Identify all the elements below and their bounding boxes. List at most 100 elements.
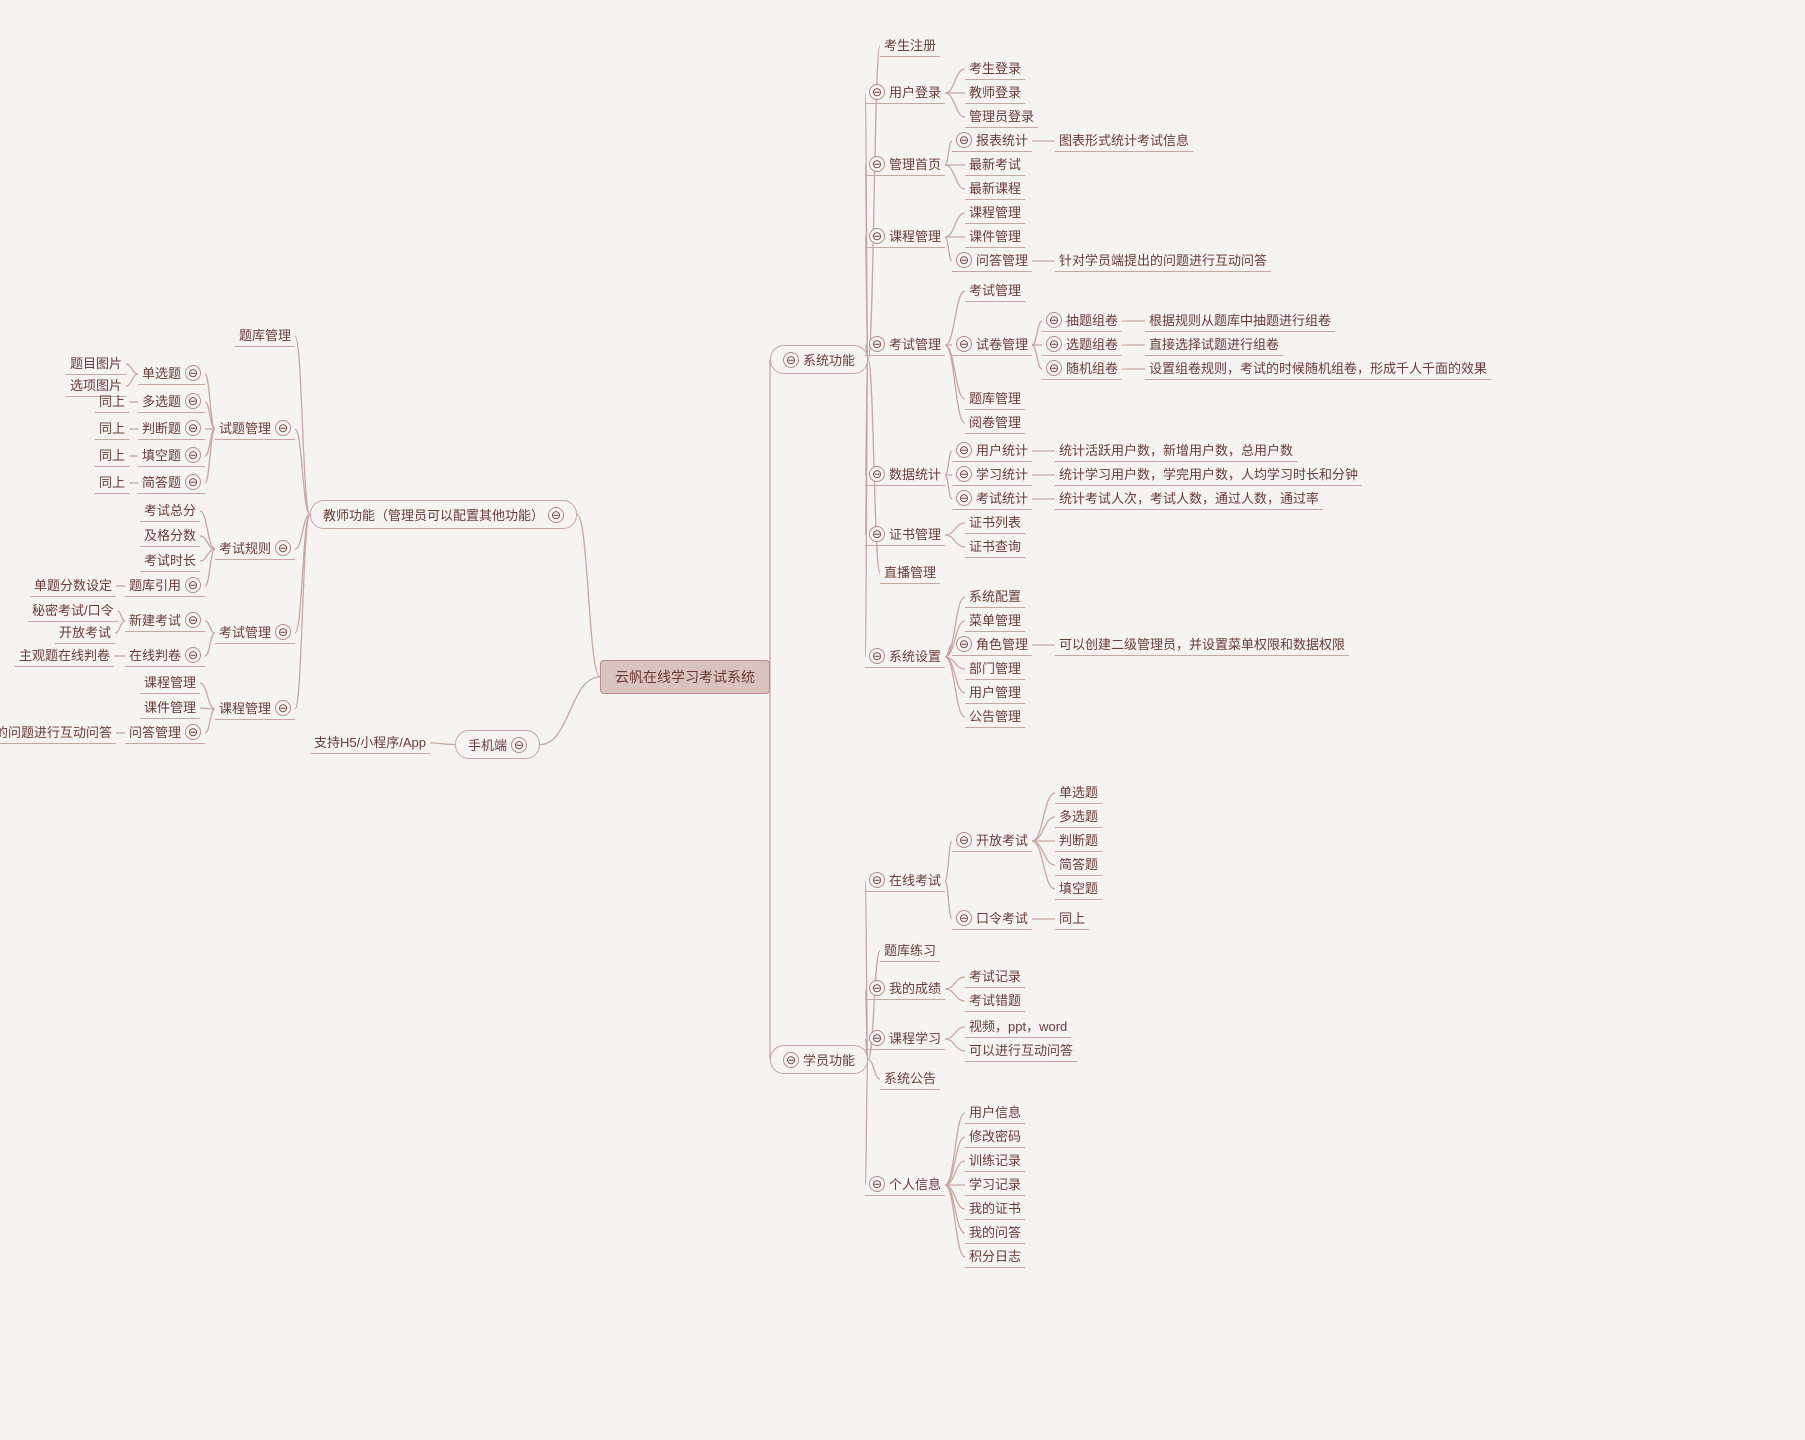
leaf-s-exam2a[interactable]: ⊖抽题组卷 (1042, 310, 1122, 332)
leaf-u-eo3: 判断题 (1055, 830, 1102, 852)
leaf-blank[interactable]: 填空题⊖ (138, 445, 205, 467)
leaf-s-set6: 公告管理 (965, 706, 1025, 728)
leaf-s-set1: 系统配置 (965, 586, 1025, 608)
leaf-courseware: 课件管理 (140, 697, 200, 719)
collapse-icon[interactable]: ⊖ (185, 420, 201, 436)
leaf-s-stats3[interactable]: ⊖考试统计 (952, 488, 1032, 510)
collapse-icon[interactable]: ⊖ (185, 365, 201, 381)
collapse-icon[interactable]: ⊖ (275, 420, 291, 436)
leaf-u-exam-p[interactable]: ⊖口令考试 (952, 908, 1032, 930)
leaf-single-img1: 题目图片 (66, 353, 126, 375)
leaf-s-cert[interactable]: ⊖证书管理 (865, 524, 945, 546)
leaf-s-stats2[interactable]: ⊖学习统计 (952, 464, 1032, 486)
leaf-s-exam2[interactable]: ⊖试卷管理 (952, 334, 1032, 356)
collapse-icon[interactable]: ⊖ (869, 526, 885, 542)
collapse-icon[interactable]: ⊖ (956, 466, 972, 482)
collapse-icon[interactable]: ⊖ (956, 490, 972, 506)
leaf-judge-online-desc: 主观题在线判卷 (15, 645, 114, 667)
branch-mobile[interactable]: 手机端⊖ (455, 730, 540, 759)
branch-teacher[interactable]: 教师功能（管理员可以配置其他功能）⊖ (310, 500, 577, 529)
collapse-icon[interactable]: ⊖ (1046, 336, 1062, 352)
leaf-u-exam-o[interactable]: ⊖开放考试 (952, 830, 1032, 852)
collapse-icon[interactable]: ⊖ (869, 648, 885, 664)
leaf-u-nt: 系统公告 (880, 1068, 940, 1090)
collapse-icon[interactable]: ⊖ (956, 636, 972, 652)
leaf-s-exam2cd: 设置组卷规则，考试的时候随机组卷，形成千人千面的效果 (1145, 358, 1491, 380)
leaf-course-mgmt[interactable]: 课程管理⊖ (215, 698, 295, 720)
collapse-icon[interactable]: ⊖ (869, 1176, 885, 1192)
leaf-s-course3[interactable]: ⊖问答管理 (952, 250, 1032, 272)
leaf-question-mgmt[interactable]: 试题管理⊖ (215, 418, 295, 440)
collapse-icon[interactable]: ⊖ (548, 507, 564, 523)
collapse-icon[interactable]: ⊖ (185, 447, 201, 463)
collapse-icon[interactable]: ⊖ (511, 737, 527, 753)
collapse-icon[interactable]: ⊖ (783, 352, 799, 368)
leaf-s-exam4: 阅卷管理 (965, 412, 1025, 434)
leaf-login-stu: 考生登录 (965, 58, 1025, 80)
leaf-home-report-desc: 图表形式统计考试信息 (1055, 130, 1193, 152)
collapse-icon[interactable]: ⊖ (275, 624, 291, 640)
collapse-icon[interactable]: ⊖ (869, 872, 885, 888)
leaf-u-exam[interactable]: ⊖在线考试 (865, 870, 945, 892)
leaf-s-stats1[interactable]: ⊖用户统计 (952, 440, 1032, 462)
leaf-short[interactable]: 简答题⊖ (138, 472, 205, 494)
leaf-multi[interactable]: 多选题⊖ (138, 391, 205, 413)
collapse-icon[interactable]: ⊖ (185, 393, 201, 409)
leaf-login[interactable]: ⊖用户登录 (865, 82, 945, 104)
leaf-rules-total: 考试总分 (140, 500, 200, 522)
leaf-rules-ref[interactable]: 题库引用⊖ (125, 575, 205, 597)
collapse-icon[interactable]: ⊖ (869, 228, 885, 244)
leaf-judge[interactable]: 判断题⊖ (138, 418, 205, 440)
collapse-icon[interactable]: ⊖ (869, 980, 885, 996)
collapse-icon[interactable]: ⊖ (869, 156, 885, 172)
leaf-judge-online[interactable]: 在线判卷⊖ (125, 645, 205, 667)
leaf-exam-mgmt[interactable]: 考试管理⊖ (215, 622, 295, 644)
branch-system[interactable]: ⊖系统功能 (770, 345, 868, 374)
leaf-s-exam2b[interactable]: ⊖选题组卷 (1042, 334, 1122, 356)
collapse-icon[interactable]: ⊖ (1046, 360, 1062, 376)
collapse-icon[interactable]: ⊖ (869, 1030, 885, 1046)
leaf-u-cs1: 视频，ppt，word (965, 1016, 1071, 1038)
leaf-u-pf1: 用户信息 (965, 1102, 1025, 1124)
leaf-rules[interactable]: 考试规则⊖ (215, 538, 295, 560)
collapse-icon[interactable]: ⊖ (185, 577, 201, 593)
leaf-s-exam[interactable]: ⊖考试管理 (865, 334, 945, 356)
leaf-s-course[interactable]: ⊖课程管理 (865, 226, 945, 248)
branch-student[interactable]: ⊖学员功能 (770, 1045, 868, 1074)
collapse-icon[interactable]: ⊖ (783, 1052, 799, 1068)
leaf-home-exam: 最新考试 (965, 154, 1025, 176)
collapse-icon[interactable]: ⊖ (956, 336, 972, 352)
leaf-u-eo2: 多选题 (1055, 806, 1102, 828)
leaf-new-exam[interactable]: 新建考试⊖ (125, 610, 205, 632)
leaf-home-report[interactable]: ⊖报表统计 (952, 130, 1032, 152)
collapse-icon[interactable]: ⊖ (869, 336, 885, 352)
leaf-s-set3[interactable]: ⊖角色管理 (952, 634, 1032, 656)
collapse-icon[interactable]: ⊖ (956, 832, 972, 848)
collapse-icon[interactable]: ⊖ (956, 910, 972, 926)
collapse-icon[interactable]: ⊖ (869, 466, 885, 482)
leaf-s-set[interactable]: ⊖系统设置 (865, 646, 945, 668)
collapse-icon[interactable]: ⊖ (275, 700, 291, 716)
leaf-u-pf7: 积分日志 (965, 1246, 1025, 1268)
collapse-icon[interactable]: ⊖ (869, 84, 885, 100)
leaf-s-stats[interactable]: ⊖数据统计 (865, 464, 945, 486)
leaf-s-stats2d: 统计学习用户数，学完用户数，人均学习时长和分钟 (1055, 464, 1362, 486)
collapse-icon[interactable]: ⊖ (956, 442, 972, 458)
leaf-u-sc[interactable]: ⊖我的成绩 (865, 978, 945, 1000)
collapse-icon[interactable]: ⊖ (185, 647, 201, 663)
collapse-icon[interactable]: ⊖ (185, 724, 201, 740)
collapse-icon[interactable]: ⊖ (1046, 312, 1062, 328)
leaf-u-sc2: 考试错题 (965, 990, 1025, 1012)
leaf-single[interactable]: 单选题⊖ (138, 363, 205, 385)
leaf-qa-mgmt[interactable]: 问答管理⊖ (125, 722, 205, 744)
leaf-judge-desc: 同上 (95, 418, 129, 440)
leaf-u-cs[interactable]: ⊖课程学习 (865, 1028, 945, 1050)
collapse-icon[interactable]: ⊖ (956, 252, 972, 268)
collapse-icon[interactable]: ⊖ (185, 612, 201, 628)
collapse-icon[interactable]: ⊖ (275, 540, 291, 556)
collapse-icon[interactable]: ⊖ (956, 132, 972, 148)
collapse-icon[interactable]: ⊖ (185, 474, 201, 490)
leaf-s-exam2c[interactable]: ⊖随机组卷 (1042, 358, 1122, 380)
leaf-u-pf[interactable]: ⊖个人信息 (865, 1174, 945, 1196)
leaf-home[interactable]: ⊖管理首页 (865, 154, 945, 176)
